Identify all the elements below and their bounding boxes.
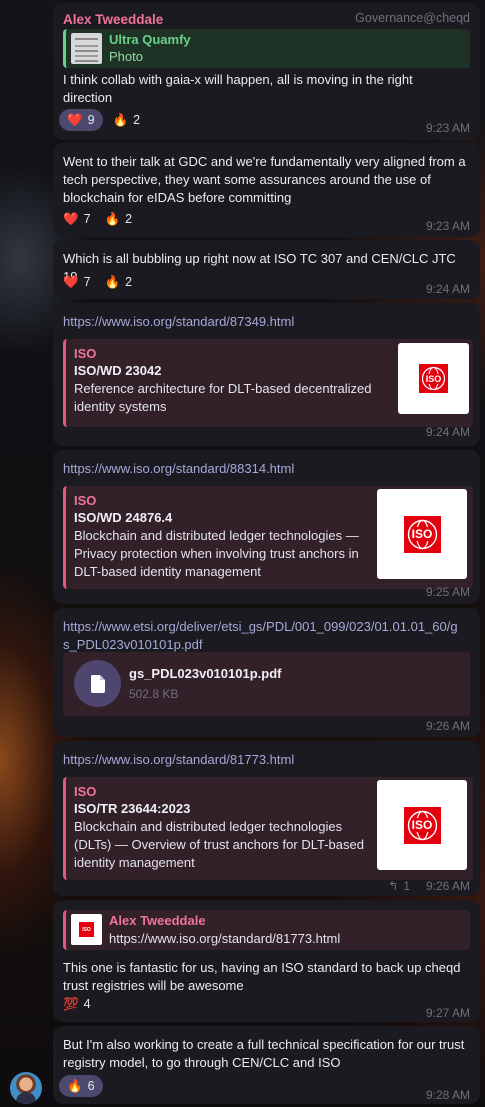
message-bubble[interactable]: https://www.etsi.org/deliver/etsi_gs/PDL… <box>53 608 480 737</box>
reaction-heart[interactable]: ❤️ 7 <box>59 271 95 293</box>
message-time: 9:24 AM <box>425 282 470 296</box>
fire-icon: 🔥 <box>104 274 121 289</box>
reaction-fire[interactable]: 🔥 2 <box>109 109 145 131</box>
preview-thumbnail: ISO <box>377 489 467 579</box>
replies-count: 1 <box>403 879 410 893</box>
iso-logo-text: ISO <box>410 818 434 832</box>
preview-description: Reference architecture for DLT-based dec… <box>74 381 372 414</box>
message-link[interactable]: https://www.iso.org/standard/81773.html <box>63 751 470 769</box>
reply-quote[interactable]: Ultra Quamfy Photo <box>63 29 470 68</box>
reaction-count: 4 <box>83 997 91 1011</box>
message-time: 9:24 AM <box>425 425 470 439</box>
fire-icon: 🔥 <box>67 1078 83 1093</box>
file-name: gs_PDL023v010101p.pdf <box>129 666 282 681</box>
fire-icon: 🔥 <box>104 211 121 226</box>
message-link[interactable]: https://www.iso.org/standard/88314.html <box>63 460 470 478</box>
file-download-button[interactable] <box>74 660 121 707</box>
iso-logo-icon: ISO <box>79 922 94 937</box>
preview-thumbnail: ISO <box>398 343 469 414</box>
reaction-heart[interactable]: ❤️ 9 <box>59 109 103 131</box>
reaction-count: 2 <box>125 275 133 289</box>
reaction-fire[interactable]: 🔥 6 <box>59 1075 103 1097</box>
reactions: 🔥 6 <box>59 1075 103 1097</box>
preview-thumbnail: ISO <box>377 780 467 870</box>
iso-logo-text: ISO <box>424 373 443 384</box>
message-time: 9:26 AM <box>425 719 470 733</box>
preview-description: Blockchain and distributed ledger techno… <box>74 819 364 870</box>
reaction-heart[interactable]: ❤️ 7 <box>59 208 95 230</box>
reply-type: Photo <box>109 49 143 64</box>
message-time: 9:26 AM <box>425 879 470 893</box>
message-time: 9:25 AM <box>425 585 470 599</box>
heart-icon: ❤️ <box>67 112 83 127</box>
heart-icon: ❤️ <box>63 274 79 289</box>
reply-quote[interactable]: ISO Alex Tweeddale https://www.iso.org/s… <box>63 910 470 950</box>
message-text: But I'm also working to create a full te… <box>63 1037 465 1070</box>
reaction-count: 9 <box>87 113 95 127</box>
message-text: I think collab with gaia-x will happen, … <box>63 72 413 105</box>
message-link[interactable]: https://www.iso.org/standard/87349.html <box>63 313 470 331</box>
iso-logo-icon: ISO <box>403 515 441 553</box>
preview-description: Blockchain and distributed ledger techno… <box>74 528 359 579</box>
reaction-count: 7 <box>83 275 91 289</box>
link-line: https://www.etsi.org/deliver/etsi_gs/PDL… <box>63 619 458 634</box>
reply-text: https://www.iso.org/standard/81773.html <box>109 931 341 946</box>
iso-logo-icon: ISO <box>419 364 448 393</box>
fire-icon: 🔥 <box>112 112 129 127</box>
reaction-hundred[interactable]: 💯 4 <box>59 993 95 1015</box>
message-bubble[interactable]: Alex Tweeddale Governance@cheqd Ultra Qu… <box>53 3 480 140</box>
file-icon <box>90 674 105 693</box>
reply-arrow-icon: ↰ <box>388 879 399 893</box>
message-bubble[interactable]: https://www.iso.org/standard/87349.html … <box>53 303 480 446</box>
link-preview[interactable]: ISO ISO/TR 23644:2023 Blockchain and dis… <box>63 777 473 880</box>
message-bubble[interactable]: https://www.iso.org/standard/81773.html … <box>53 741 480 896</box>
reply-photo-thumbnail <box>71 33 102 64</box>
message-time: 9:23 AM <box>425 121 470 135</box>
link-preview[interactable]: ISO ISO/WD 23042 Reference architecture … <box>63 339 473 427</box>
reply-sender: Alex Tweeddale <box>109 913 206 928</box>
avatar[interactable] <box>10 1072 42 1104</box>
iso-logo-text: ISO <box>410 527 434 541</box>
file-attachment[interactable]: gs_PDL023v010101p.pdf 502.8 KB <box>63 652 470 716</box>
heart-icon: ❤️ <box>63 211 79 226</box>
reactions: ❤️ 7 🔥 2 <box>59 208 136 230</box>
replies-indicator[interactable]: ↰ 1 <box>388 879 410 893</box>
message-bubble[interactable]: Went to their talk at GDC and we're fund… <box>53 143 480 237</box>
reaction-fire[interactable]: 🔥 2 <box>101 208 137 230</box>
reply-sender: Ultra Quamfy <box>109 32 191 47</box>
message-bubble[interactable]: But I'm also working to create a full te… <box>53 1026 480 1104</box>
reaction-count: 6 <box>87 1079 95 1093</box>
message-bubble[interactable]: ISO Alex Tweeddale https://www.iso.org/s… <box>53 900 480 1022</box>
reactions: ❤️ 9 🔥 2 <box>59 109 144 131</box>
message-bubble[interactable]: https://www.iso.org/standard/88314.html … <box>53 450 480 604</box>
hundred-icon: 💯 <box>63 996 79 1011</box>
reaction-count: 7 <box>83 212 91 226</box>
message-link[interactable]: https://www.etsi.org/deliver/etsi_gs/PDL… <box>63 618 470 654</box>
message-bubble[interactable]: Which is all bubbling up right now at IS… <box>53 240 480 299</box>
chat-tag: Governance@cheqd <box>355 11 470 25</box>
link-preview[interactable]: ISO ISO/WD 24876.4 Blockchain and distri… <box>63 486 473 589</box>
message-text: This one is fantastic for us, having an … <box>63 960 461 993</box>
reply-thumbnail: ISO <box>71 914 102 945</box>
message-time: 9:28 AM <box>425 1088 470 1102</box>
message-time: 9:27 AM <box>425 1006 470 1020</box>
message-text: Went to their talk at GDC and we're fund… <box>63 154 466 205</box>
reaction-count: 2 <box>133 113 141 127</box>
reaction-fire[interactable]: 🔥 2 <box>101 271 137 293</box>
file-size: 502.8 KB <box>129 687 179 701</box>
reactions: 💯 4 <box>59 993 95 1015</box>
iso-logo-icon: ISO <box>403 806 441 844</box>
message-time: 9:23 AM <box>425 219 470 233</box>
iso-logo-text: ISO <box>82 926 91 933</box>
reaction-count: 2 <box>125 212 133 226</box>
reactions: ❤️ 7 🔥 2 <box>59 271 136 293</box>
